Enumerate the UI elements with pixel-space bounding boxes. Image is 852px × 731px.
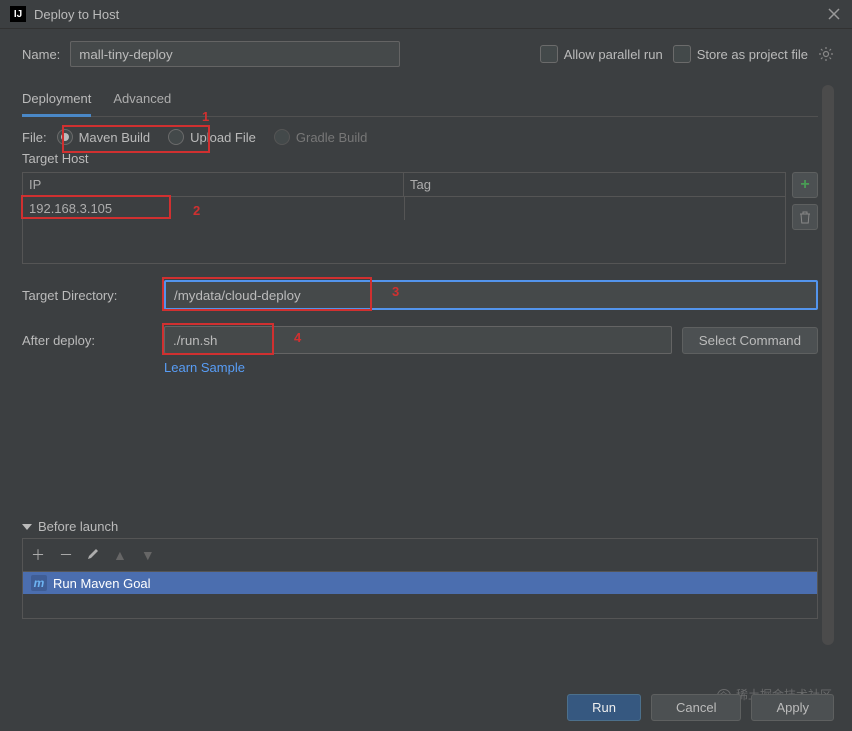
- cell-ip: 192.168.3.105: [29, 201, 112, 216]
- apply-button[interactable]: Apply: [751, 694, 834, 721]
- run-button[interactable]: Run: [567, 694, 641, 721]
- after-deploy-input[interactable]: [164, 326, 672, 354]
- cell-tag: [404, 197, 785, 220]
- titlebar: IJ Deploy to Host: [0, 0, 852, 29]
- window-title: Deploy to Host: [34, 7, 826, 22]
- th-ip[interactable]: IP: [23, 173, 404, 196]
- name-input[interactable]: [70, 41, 400, 67]
- radio-upload-label: Upload File: [190, 130, 256, 145]
- list-item-label: Run Maven Goal: [53, 576, 151, 591]
- edit-task-button[interactable]: [87, 547, 99, 563]
- gear-icon[interactable]: [818, 46, 834, 62]
- target-directory-label: Target Directory:: [22, 288, 154, 303]
- before-launch-list: m Run Maven Goal: [22, 571, 818, 619]
- chevron-down-icon: [22, 524, 32, 530]
- trash-icon: [798, 210, 812, 224]
- tabs: Deployment Advanced: [22, 85, 818, 117]
- tab-deployment[interactable]: Deployment: [22, 85, 91, 117]
- name-label: Name:: [22, 47, 60, 62]
- close-icon[interactable]: [826, 6, 842, 22]
- table-row[interactable]: 192.168.3.105: [23, 197, 785, 220]
- list-item[interactable]: m Run Maven Goal: [23, 572, 817, 594]
- learn-sample-link[interactable]: Learn Sample: [164, 360, 245, 375]
- target-host-label: Target Host: [22, 151, 818, 166]
- plus-icon: +: [800, 176, 809, 194]
- store-project-label: Store as project file: [697, 47, 808, 62]
- select-command-button[interactable]: Select Command: [682, 327, 818, 354]
- checkbox-icon: [540, 45, 558, 63]
- move-down-button[interactable]: ▼: [141, 547, 155, 563]
- delete-host-button[interactable]: [792, 204, 818, 230]
- radio-maven-build[interactable]: Maven Build: [57, 129, 151, 145]
- th-tag[interactable]: Tag: [404, 173, 785, 196]
- checkbox-icon: [673, 45, 691, 63]
- tab-advanced[interactable]: Advanced: [113, 85, 171, 116]
- allow-parallel-label: Allow parallel run: [564, 47, 663, 62]
- target-directory-input[interactable]: [164, 280, 818, 310]
- footer: Run Cancel Apply: [567, 694, 834, 721]
- move-up-button[interactable]: ▲: [113, 547, 127, 563]
- before-launch-header[interactable]: Before launch: [22, 515, 818, 538]
- radio-gradle-label: Gradle Build: [296, 130, 368, 145]
- scrollbar[interactable]: [822, 85, 834, 645]
- radio-icon: [274, 129, 290, 145]
- radio-icon: [168, 129, 184, 145]
- add-task-button[interactable]: ＋: [31, 545, 45, 565]
- allow-parallel-checkbox[interactable]: Allow parallel run: [540, 45, 663, 63]
- add-host-button[interactable]: +: [792, 172, 818, 198]
- before-launch-title: Before launch: [38, 519, 118, 534]
- app-icon: IJ: [10, 6, 26, 22]
- target-host-table: IP Tag 192.168.3.105 2: [22, 172, 786, 264]
- radio-icon: [57, 129, 73, 145]
- maven-icon: m: [31, 575, 47, 591]
- radio-upload-file[interactable]: Upload File: [168, 129, 256, 145]
- cancel-button[interactable]: Cancel: [651, 694, 741, 721]
- radio-gradle-build[interactable]: Gradle Build: [274, 129, 368, 145]
- after-deploy-label: After deploy:: [22, 333, 154, 348]
- radio-maven-label: Maven Build: [79, 130, 151, 145]
- file-label: File:: [22, 130, 47, 145]
- remove-task-button[interactable]: －: [59, 545, 73, 565]
- before-launch-toolbar: ＋ － ▲ ▼: [22, 538, 818, 571]
- store-project-checkbox[interactable]: Store as project file: [673, 45, 808, 63]
